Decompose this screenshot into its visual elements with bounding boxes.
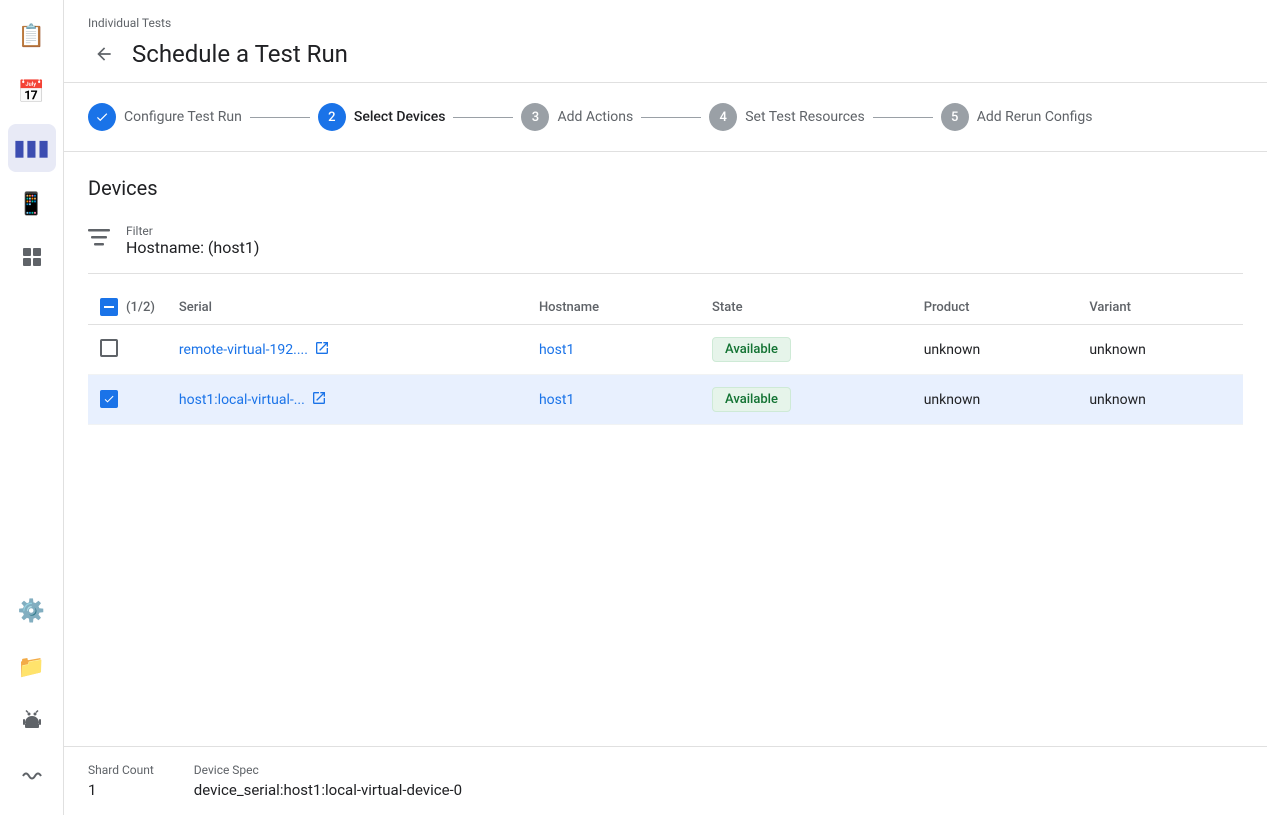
row-1-checkbox-cell bbox=[88, 325, 167, 375]
step-2[interactable]: 2 Select Devices bbox=[318, 103, 446, 131]
row-1-hostname: host1 bbox=[527, 325, 700, 375]
folder-icon: 📁 bbox=[18, 655, 45, 680]
devices-section-title: Devices bbox=[88, 176, 1243, 200]
row-2-checkbox-cell bbox=[88, 375, 167, 425]
step-2-circle: 2 bbox=[318, 103, 346, 131]
th-variant: Variant bbox=[1077, 290, 1243, 325]
row-2-state-badge: Available bbox=[712, 387, 791, 412]
step-4-circle: 4 bbox=[709, 103, 737, 131]
filter-label: Filter bbox=[126, 224, 259, 238]
th-checkbox: (1/2) bbox=[88, 290, 167, 325]
sidebar-item-gear[interactable]: ⚙️ bbox=[8, 587, 56, 635]
device-spec-label: Device Spec bbox=[194, 763, 462, 777]
main-content: Individual Tests Schedule a Test Run Con… bbox=[64, 0, 1267, 815]
row-2-product: unknown bbox=[912, 375, 1078, 425]
step-1-circle bbox=[88, 103, 116, 131]
row-2-variant: unknown bbox=[1077, 375, 1243, 425]
row-1-hostname-link[interactable]: host1 bbox=[539, 342, 574, 358]
row-2-checkbox[interactable] bbox=[100, 390, 118, 408]
shard-count-field: Shard Count 1 bbox=[88, 763, 154, 799]
row-2-state: Available bbox=[700, 375, 912, 425]
row-2-serial: host1:local-virtual-... bbox=[167, 375, 527, 425]
row-1-external-link-icon[interactable] bbox=[314, 340, 330, 360]
android-icon bbox=[21, 709, 43, 737]
table-row: host1:local-virtual-... host1 Availa bbox=[88, 375, 1243, 425]
grid-icon bbox=[21, 246, 43, 274]
row-2-external-link-icon[interactable] bbox=[311, 390, 327, 410]
th-serial: Serial bbox=[167, 290, 527, 325]
sidebar-item-wave[interactable] bbox=[8, 755, 56, 803]
back-button[interactable] bbox=[88, 38, 120, 70]
table-header-row: (1/2) Serial Hostname State Product bbox=[88, 290, 1243, 325]
step-3[interactable]: 3 Add Actions bbox=[521, 103, 633, 131]
table-row: remote-virtual-192.... host1 Availab bbox=[88, 325, 1243, 375]
device-spec-value: device_serial:host1:local-virtual-device… bbox=[194, 781, 462, 799]
row-2-hostname-link[interactable]: host1 bbox=[539, 392, 574, 408]
sidebar-item-android[interactable] bbox=[8, 699, 56, 747]
step-2-label: Select Devices bbox=[354, 109, 446, 125]
row-1-variant: unknown bbox=[1077, 325, 1243, 375]
gear-icon: ⚙️ bbox=[18, 599, 45, 624]
step-3-label: Add Actions bbox=[557, 109, 633, 125]
chart-icon: ▮▮▮ bbox=[13, 136, 49, 161]
th-product: Product bbox=[912, 290, 1078, 325]
step-3-circle: 3 bbox=[521, 103, 549, 131]
step-5[interactable]: 5 Add Rerun Configs bbox=[941, 103, 1093, 131]
step-connector-3 bbox=[641, 117, 701, 118]
row-2-hostname: host1 bbox=[527, 375, 700, 425]
page-title: Schedule a Test Run bbox=[132, 40, 348, 68]
step-5-label: Add Rerun Configs bbox=[977, 109, 1093, 125]
filter-icon[interactable] bbox=[88, 228, 110, 253]
row-1-checkbox[interactable] bbox=[100, 339, 118, 357]
selection-count: (1/2) bbox=[126, 300, 155, 315]
phone-icon: 📱 bbox=[18, 192, 45, 217]
breadcrumb: Individual Tests bbox=[88, 8, 1243, 30]
step-connector-4 bbox=[873, 117, 933, 118]
step-1[interactable]: Configure Test Run bbox=[88, 103, 242, 131]
sidebar-item-folder[interactable]: 📁 bbox=[8, 643, 56, 691]
sidebar-item-phone[interactable]: 📱 bbox=[8, 180, 56, 228]
indeterminate-bar bbox=[104, 306, 114, 308]
filter-row: Filter Hostname: (host1) bbox=[88, 216, 1243, 274]
sidebar-item-chart[interactable]: ▮▮▮ bbox=[8, 124, 56, 172]
wave-icon bbox=[21, 765, 43, 793]
sidebar-item-grid[interactable] bbox=[8, 236, 56, 284]
th-state: State bbox=[700, 290, 912, 325]
step-connector-1 bbox=[250, 117, 310, 118]
header: Individual Tests Schedule a Test Run bbox=[64, 0, 1267, 82]
row-1-product: unknown bbox=[912, 325, 1078, 375]
th-hostname: Hostname bbox=[527, 290, 700, 325]
clipboard-icon: 📋 bbox=[18, 24, 45, 49]
row-2-serial-link[interactable]: host1:local-virtual-... bbox=[179, 392, 305, 408]
filter-value: Hostname: (host1) bbox=[126, 238, 259, 257]
row-1-state: Available bbox=[700, 325, 912, 375]
row-1-serial-link[interactable]: remote-virtual-192.... bbox=[179, 342, 308, 358]
step-4[interactable]: 4 Set Test Resources bbox=[709, 103, 864, 131]
shard-count-value: 1 bbox=[88, 781, 154, 799]
select-all-checkbox[interactable] bbox=[100, 298, 118, 316]
device-table: (1/2) Serial Hostname State Product bbox=[88, 290, 1243, 425]
stepper: Configure Test Run 2 Select Devices 3 Ad… bbox=[64, 82, 1267, 152]
row-1-serial: remote-virtual-192.... bbox=[167, 325, 527, 375]
step-4-label: Set Test Resources bbox=[745, 109, 864, 125]
row-1-state-badge: Available bbox=[712, 337, 791, 362]
sidebar-item-clipboard[interactable]: 📋 bbox=[8, 12, 56, 60]
shard-count-label: Shard Count bbox=[88, 763, 154, 777]
sidebar-item-calendar[interactable]: 📅 bbox=[8, 68, 56, 116]
device-spec-field: Device Spec device_serial:host1:local-vi… bbox=[194, 763, 462, 799]
calendar-icon: 📅 bbox=[18, 80, 45, 105]
sidebar: 📋 📅 ▮▮▮ 📱 ⚙️ 📁 bbox=[0, 0, 64, 815]
title-row: Schedule a Test Run bbox=[88, 30, 1243, 82]
filter-content: Filter Hostname: (host1) bbox=[126, 224, 259, 257]
step-1-label: Configure Test Run bbox=[124, 109, 242, 125]
bottom-section: Shard Count 1 Device Spec device_serial:… bbox=[64, 746, 1267, 815]
content-area: Devices Filter Hostname: (host1) bbox=[64, 152, 1267, 746]
step-5-circle: 5 bbox=[941, 103, 969, 131]
step-connector-2 bbox=[453, 117, 513, 118]
